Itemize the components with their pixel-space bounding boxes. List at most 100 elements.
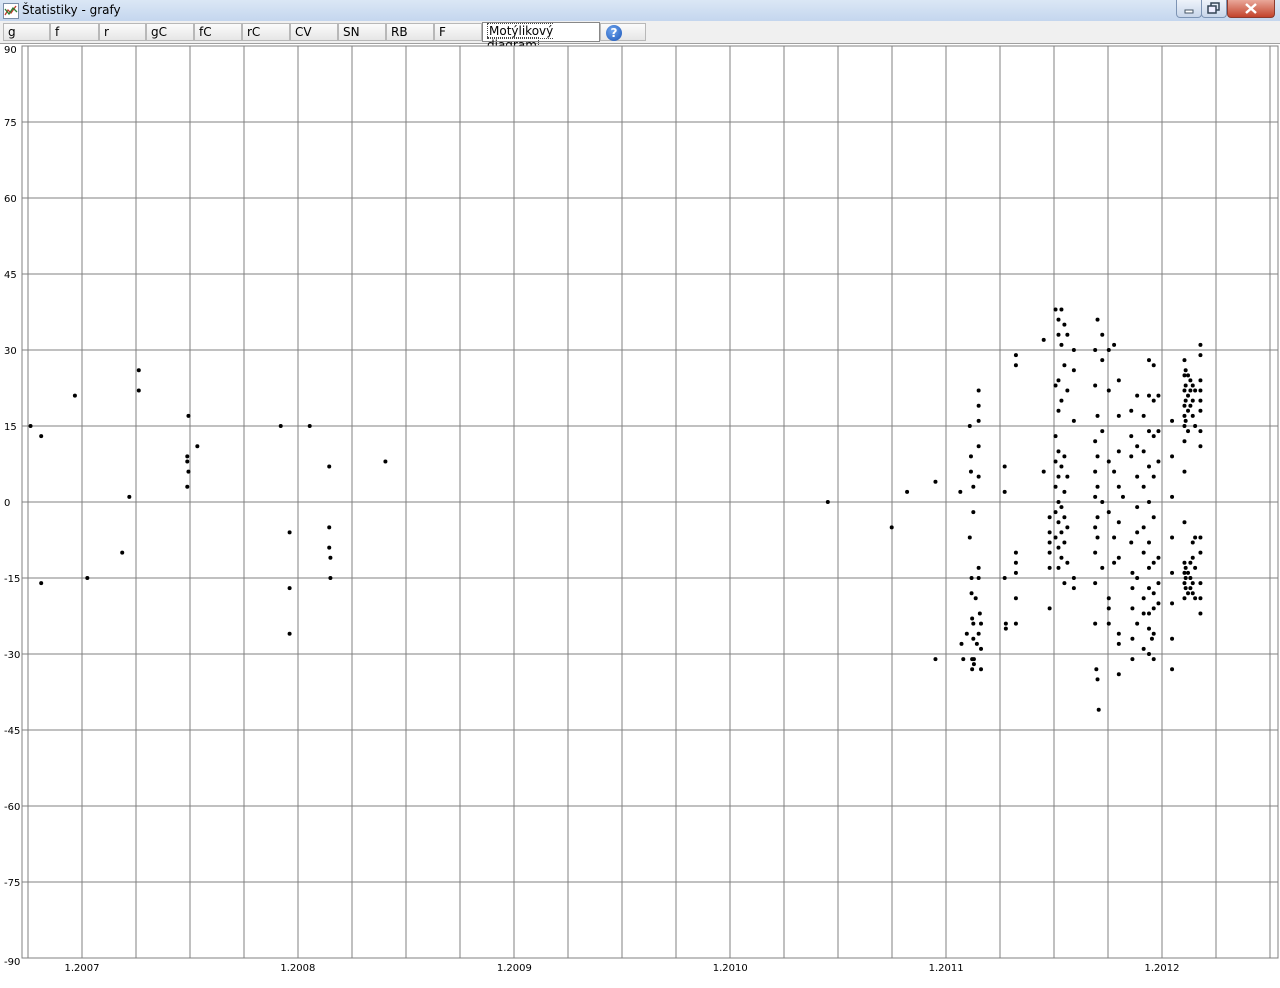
- window-title: Štatistiky - grafy: [22, 3, 121, 17]
- tab-rc[interactable]: rC: [242, 23, 290, 41]
- tab-f[interactable]: f: [50, 23, 99, 41]
- tab-label: gC: [151, 25, 167, 39]
- scatter-point: [1182, 424, 1187, 428]
- scatter-point: [1170, 570, 1175, 575]
- scatter-point: [1146, 652, 1151, 656]
- scatter-point: [1116, 555, 1121, 560]
- scatter-point: [976, 403, 981, 408]
- scatter-point: [1182, 570, 1187, 575]
- y-tick-label: 60: [4, 194, 17, 205]
- tab-g[interactable]: g: [3, 23, 50, 41]
- tab-label: RB: [391, 25, 408, 39]
- scatter-point: [976, 565, 981, 570]
- scatter-point: [1190, 591, 1195, 596]
- scatter-point: [287, 586, 292, 591]
- scatter-point: [1065, 525, 1070, 530]
- y-tick-label: 30: [4, 346, 17, 357]
- scatter-point: [1053, 307, 1058, 312]
- scatter-point: [1013, 570, 1018, 575]
- scatter-point: [1183, 576, 1188, 580]
- scatter-point: [1156, 429, 1161, 434]
- scatter-point: [1093, 383, 1098, 388]
- x-tick-label: 1.2007: [65, 963, 100, 974]
- tab-label: r: [104, 25, 109, 39]
- scatter-point: [976, 418, 981, 423]
- scatter-point: [1182, 388, 1187, 393]
- minimize-button[interactable]: [1176, 0, 1202, 18]
- scatter-point: [1198, 342, 1203, 347]
- scatter-point: [1182, 439, 1187, 444]
- scatter-point: [1151, 434, 1156, 439]
- scatter-point: [1146, 626, 1151, 631]
- scatter-point: [1003, 621, 1008, 626]
- y-tick-label: 0: [4, 498, 10, 509]
- scatter-point: [1100, 565, 1105, 570]
- restore-button[interactable]: [1201, 0, 1227, 18]
- scatter-point: [971, 657, 976, 662]
- scatter-point: [120, 550, 125, 555]
- scatter-point: [1100, 429, 1105, 434]
- scatter-point: [195, 444, 200, 449]
- scatter-point: [1053, 510, 1058, 515]
- scatter-point: [1198, 353, 1203, 358]
- scatter-point: [307, 424, 312, 428]
- scatter-point: [327, 545, 332, 550]
- scatter-point: [1053, 459, 1058, 464]
- scatter-point: [39, 581, 44, 586]
- scatter-point: [1186, 393, 1191, 398]
- scatter-point: [1116, 672, 1121, 677]
- tab-gc[interactable]: gC: [146, 23, 194, 41]
- scatter-point: [1059, 505, 1064, 510]
- scatter-point: [1198, 596, 1203, 601]
- scatter-point: [979, 646, 984, 651]
- scatter-point: [1062, 363, 1067, 368]
- scatter-point: [959, 641, 964, 646]
- scatter-point: [976, 388, 981, 393]
- scatter-point: [1151, 631, 1156, 636]
- scatter-point: [1151, 515, 1156, 520]
- tab-fc[interactable]: fC: [194, 23, 242, 41]
- scatter-point: [1146, 464, 1151, 469]
- x-tick-label: 1.2010: [713, 963, 748, 974]
- close-button[interactable]: [1227, 0, 1275, 18]
- scatter-point: [1182, 520, 1187, 525]
- tab-sn[interactable]: SN: [338, 23, 386, 41]
- scatter-point: [1062, 515, 1067, 520]
- scatter-point: [1130, 586, 1135, 591]
- scatter-point: [1013, 550, 1018, 555]
- scatter-point: [1141, 596, 1146, 601]
- y-tick-label: -45: [4, 726, 20, 737]
- scatter-point: [1059, 398, 1064, 403]
- scatter-point: [1182, 596, 1187, 601]
- scatter-point: [1193, 596, 1198, 601]
- scatter-point: [976, 631, 981, 636]
- scatter-point: [967, 535, 972, 540]
- scatter-point: [186, 413, 191, 418]
- scatter-point: [1186, 408, 1191, 413]
- scatter-point: [1093, 621, 1098, 626]
- scatter-point: [1182, 358, 1187, 363]
- tab-f-stat[interactable]: F: [434, 23, 482, 41]
- scatter-point: [186, 469, 191, 474]
- help-button[interactable]: ?: [600, 23, 646, 41]
- scatter-point: [1095, 535, 1100, 540]
- scatter-point: [1170, 601, 1175, 606]
- tab-rb[interactable]: RB: [386, 23, 434, 41]
- help-icon: ?: [606, 25, 622, 41]
- tab-label: SN: [343, 25, 360, 39]
- scatter-point: [1047, 550, 1052, 555]
- scatter-point: [1182, 469, 1187, 474]
- scatter-point: [383, 459, 388, 464]
- tab-butterfly-diagram[interactable]: Motýlikový diagram: [482, 22, 600, 53]
- y-tick-label: 45: [4, 270, 17, 281]
- scatter-point: [1093, 469, 1098, 474]
- scatter-point: [1056, 378, 1061, 383]
- scatter-point: [1193, 565, 1198, 570]
- scatter-point: [979, 621, 984, 626]
- scatter-point: [1146, 358, 1151, 363]
- tab-r[interactable]: r: [99, 23, 146, 41]
- scatter-point: [136, 368, 141, 373]
- scatter-point: [72, 393, 77, 398]
- tab-cv[interactable]: CV: [290, 23, 338, 41]
- scatter-point: [1130, 606, 1135, 611]
